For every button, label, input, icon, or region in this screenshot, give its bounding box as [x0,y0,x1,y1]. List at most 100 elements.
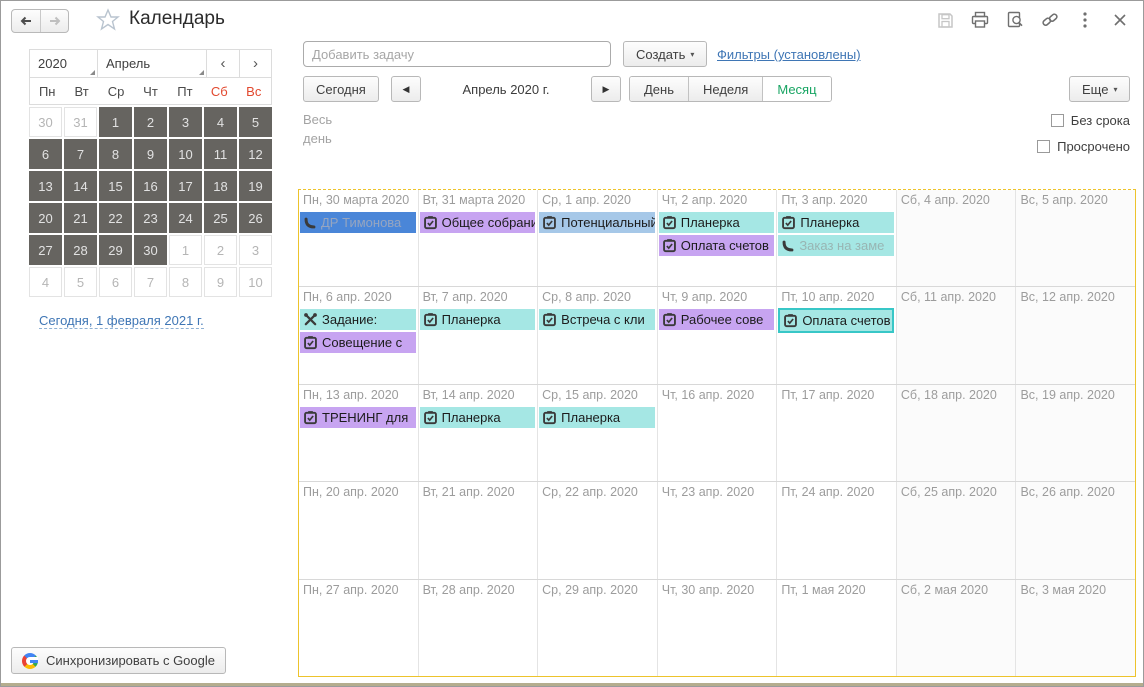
mini-day[interactable]: 27 [29,235,62,265]
mini-day[interactable]: 20 [29,203,62,233]
event-item[interactable]: Планерка [778,212,894,233]
event-item[interactable]: Заказ на заме [778,235,894,256]
event-item[interactable]: Потенциальный [539,212,655,233]
day-cell[interactable]: Чт, 23 апр. 2020 [657,482,777,578]
day-cell[interactable]: Вт, 21 апр. 2020 [418,482,538,578]
event-item[interactable]: Планерка [420,309,536,330]
day-cell[interactable]: Пт, 10 апр. 2020Оплата счетов [776,287,896,383]
mini-day[interactable]: 30 [134,235,167,265]
checkbox-no-deadline[interactable]: Без срока [1051,113,1130,128]
day-cell[interactable]: Сб, 18 апр. 2020 [896,385,1016,481]
day-cell[interactable]: Вс, 5 апр. 2020 [1015,190,1135,286]
day-cell[interactable]: Вс, 19 апр. 2020 [1015,385,1135,481]
more-vertical-icon[interactable] [1074,9,1096,31]
day-cell[interactable]: Вт, 14 апр. 2020Планерка [418,385,538,481]
day-cell[interactable]: Чт, 16 апр. 2020 [657,385,777,481]
event-item[interactable]: Встреча с кли [539,309,655,330]
day-cell[interactable]: Чт, 30 апр. 2020 [657,580,777,676]
day-cell[interactable]: Ср, 8 апр. 2020Встреча с кли [537,287,657,383]
mini-day[interactable]: 9 [134,139,167,169]
day-cell[interactable]: Сб, 2 мая 2020 [896,580,1016,676]
mini-day[interactable]: 31 [64,107,97,137]
mini-day[interactable]: 25 [204,203,237,233]
add-task-input[interactable] [303,41,611,67]
event-item[interactable]: Планерка [659,212,775,233]
day-cell[interactable]: Ср, 22 апр. 2020 [537,482,657,578]
mini-day[interactable]: 3 [169,107,202,137]
mini-day[interactable]: 26 [239,203,272,233]
day-cell[interactable]: Вт, 7 апр. 2020Планерка [418,287,538,383]
day-cell[interactable]: Вс, 3 мая 2020 [1015,580,1135,676]
mini-day[interactable]: 6 [99,267,132,297]
mini-day[interactable]: 7 [64,139,97,169]
day-cell[interactable]: Пт, 1 мая 2020 [776,580,896,676]
mini-day[interactable]: 13 [29,171,62,201]
mini-day[interactable]: 14 [64,171,97,201]
print-icon[interactable] [969,9,991,31]
preview-icon[interactable] [1004,9,1026,31]
month-select[interactable]: Апрель [98,50,207,77]
mini-day[interactable]: 4 [204,107,237,137]
favorite-star-icon[interactable] [95,7,121,33]
mini-day[interactable]: 1 [169,235,202,265]
mini-day[interactable]: 8 [169,267,202,297]
tab-week[interactable]: Неделя [688,77,762,101]
tab-month[interactable]: Месяц [762,77,830,101]
mini-day[interactable]: 10 [169,139,202,169]
day-cell[interactable]: Пн, 6 апр. 2020Задание:Совещение с [299,287,418,383]
mini-day[interactable]: 29 [99,235,132,265]
mini-day[interactable]: 11 [204,139,237,169]
mini-day[interactable]: 5 [64,267,97,297]
day-cell[interactable]: Ср, 15 апр. 2020Планерка [537,385,657,481]
mini-day[interactable]: 24 [169,203,202,233]
mini-day[interactable]: 15 [99,171,132,201]
filters-link[interactable]: Фильтры (установлены) [717,47,861,62]
today-button[interactable]: Сегодня [303,76,379,102]
day-cell[interactable]: Ср, 1 апр. 2020Потенциальный [537,190,657,286]
link-icon[interactable] [1039,9,1061,31]
mini-prev-month-button[interactable]: ‹ [207,50,239,77]
checkbox-icon[interactable] [1037,140,1050,153]
checkbox-icon[interactable] [1051,114,1064,127]
day-cell[interactable]: Сб, 11 апр. 2020 [896,287,1016,383]
create-button[interactable]: Создать ▾ [623,41,707,67]
day-cell[interactable]: Пт, 17 апр. 2020 [776,385,896,481]
next-period-button[interactable]: ▶ [591,76,621,102]
mini-day[interactable]: 2 [204,235,237,265]
mini-day[interactable]: 6 [29,139,62,169]
event-item[interactable]: Рабочее сове [659,309,775,330]
mini-day[interactable]: 10 [239,267,272,297]
day-cell[interactable]: Сб, 4 апр. 2020 [896,190,1016,286]
mini-day[interactable]: 19 [239,171,272,201]
tab-day[interactable]: День [630,77,688,101]
day-cell[interactable]: Чт, 9 апр. 2020Рабочее сове [657,287,777,383]
day-cell[interactable]: Ср, 29 апр. 2020 [537,580,657,676]
mini-day[interactable]: 16 [134,171,167,201]
day-cell[interactable]: Пт, 3 апр. 2020ПланеркаЗаказ на заме [776,190,896,286]
day-cell[interactable]: Вт, 28 апр. 2020 [418,580,538,676]
mini-day[interactable]: 8 [99,139,132,169]
mini-next-month-button[interactable]: › [239,50,271,77]
sync-google-button[interactable]: Синхронизировать с Google [11,647,226,674]
event-item[interactable]: Оплата счетов [780,310,892,331]
day-cell[interactable]: Сб, 25 апр. 2020 [896,482,1016,578]
more-button[interactable]: Еще ▾ [1069,76,1130,102]
event-item[interactable]: ДР Тимонова [300,212,416,233]
mini-day[interactable]: 28 [64,235,97,265]
mini-day[interactable]: 17 [169,171,202,201]
mini-day[interactable]: 21 [64,203,97,233]
mini-day[interactable]: 4 [29,267,62,297]
event-item[interactable]: Планерка [539,407,655,428]
day-cell[interactable]: Пн, 27 апр. 2020 [299,580,418,676]
today-date-link[interactable]: Сегодня, 1 февраля 2021 г. [39,313,204,329]
day-cell[interactable]: Вс, 12 апр. 2020 [1015,287,1135,383]
day-cell[interactable]: Пн, 13 апр. 2020ТРЕНИНГ для [299,385,418,481]
mini-day[interactable]: 22 [99,203,132,233]
event-item[interactable]: ТРЕНИНГ для [300,407,416,428]
day-cell[interactable]: Вс, 26 апр. 2020 [1015,482,1135,578]
forward-button[interactable] [40,10,68,32]
event-item[interactable]: Оплата счетов [659,235,775,256]
mini-day[interactable]: 9 [204,267,237,297]
prev-period-button[interactable]: ◀ [391,76,421,102]
day-cell[interactable]: Чт, 2 апр. 2020ПланеркаОплата счетов [657,190,777,286]
